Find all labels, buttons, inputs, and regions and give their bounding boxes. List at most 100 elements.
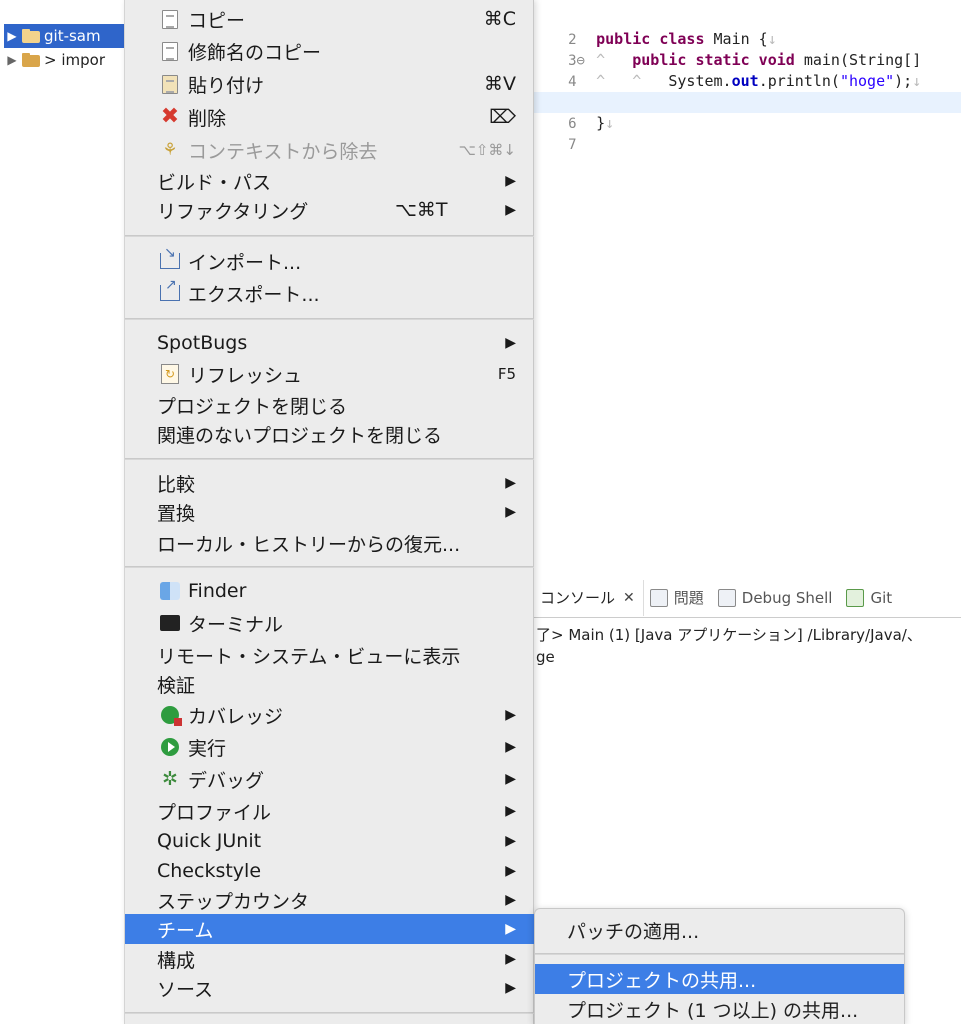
submenu-arrow-icon: ▶ — [505, 951, 516, 967]
menu-item-label: 貼り付け — [188, 74, 265, 97]
menu-item-quick-junit[interactable]: Quick JUnit ▶ — [125, 826, 534, 856]
menu-item-replace[interactable]: 置換 ▶ — [125, 497, 534, 527]
console-status: 了> Main (1) [Java アプリケーション] /Library/Jav… — [536, 626, 922, 644]
menu-item-source[interactable]: ソース ▶ — [125, 973, 534, 1003]
menu-item-close-unrelated-projects[interactable]: 関連のないプロジェクトを閉じる — [125, 419, 534, 449]
close-icon[interactable]: ✕ — [623, 590, 635, 606]
console-tab-label: コンソール — [540, 589, 616, 607]
debug-shell-icon — [717, 588, 736, 607]
context-menu: コピー ⌘C 修飾名のコピー 貼り付け ⌘V ✖ 削除 ⌦ ⚘ コンテキストから… — [124, 0, 534, 1024]
menu-item-show-in-remote-systems[interactable]: リモート・システム・ビューに表示 — [125, 640, 534, 670]
explorer-item-import[interactable]: ▶ > impor — [4, 48, 128, 72]
menu-item-label: コンテキストから除去 — [188, 140, 378, 163]
tab-console[interactable]: コンソール ✕ — [534, 579, 644, 616]
menu-item-label: リフレッシュ — [188, 364, 303, 387]
submenu-arrow-icon: ▶ — [505, 504, 516, 520]
debug-shell-tab-label: Debug Shell — [741, 588, 833, 607]
submenu-item-share-project[interactable]: プロジェクトの共用... — [535, 964, 904, 994]
menu-item-label: カバレッジ — [188, 705, 284, 728]
git-tab-label: Git — [870, 588, 893, 607]
menu-item-team[interactable]: チーム ▶ — [125, 914, 534, 944]
tab-problems[interactable]: 問題 — [644, 580, 712, 616]
submenu-arrow-icon: ▶ — [505, 803, 516, 819]
menu-item-refresh[interactable]: ↻ リフレッシュ F5 — [125, 359, 534, 389]
menu-item-label: 検証 — [157, 674, 196, 697]
explorer-item-label: git-sam — [44, 27, 101, 45]
menu-item-profile[interactable]: プロファイル ▶ — [125, 796, 534, 826]
menu-item-label: ビルド・パス — [157, 171, 272, 194]
remove-context-icon: ⚘ — [162, 140, 178, 160]
menu-item-label: SpotBugs — [157, 332, 248, 354]
submenu-arrow-icon: ▶ — [505, 475, 516, 491]
menu-item-import[interactable]: インポート... — [125, 245, 534, 276]
debug-icon: ✲ — [162, 768, 178, 790]
menu-item-build-path[interactable]: ビルド・パス ▶ — [125, 166, 534, 196]
menu-shortcut: ⌘V — [484, 73, 516, 95]
menu-item-refactoring[interactable]: リファクタリング ⌥⌘T ▶ — [125, 195, 534, 225]
tab-git[interactable]: Git — [840, 580, 900, 616]
menu-item-remove-from-context: ⚘ コンテキストから除去 ⌥⇧⌘↓ — [125, 135, 534, 165]
tab-debug-shell[interactable]: Debug Shell — [712, 580, 841, 616]
menu-item-validate[interactable]: 検証 — [125, 669, 534, 699]
menu-item-debug[interactable]: ✲ デバッグ ▶ — [125, 764, 534, 794]
menu-shortcut: ⌘C — [483, 8, 516, 30]
menu-item-label: プロファイル — [157, 801, 272, 824]
finder-icon — [159, 580, 181, 602]
menu-item-label: ローカル・ヒストリーからの復元... — [157, 533, 461, 556]
menu-item-label: デバッグ — [188, 769, 265, 792]
menu-shortcut: ⌥⇧⌘↓ — [458, 141, 516, 159]
menu-item-copy[interactable]: コピー ⌘C — [125, 4, 534, 34]
submenu-arrow-icon: ▶ — [505, 707, 516, 723]
menu-item-label: ソース — [157, 978, 214, 1001]
expand-arrow-icon[interactable]: ▶ — [4, 53, 20, 67]
menu-item-label: ステップカウンタ — [157, 890, 310, 913]
explorer-item-git-sample[interactable]: ▶ git-sam — [4, 24, 128, 48]
menu-item-restore-local-history[interactable]: ローカル・ヒストリーからの復元... — [125, 528, 534, 558]
menu-item-delete[interactable]: ✖ 削除 ⌦ — [125, 102, 534, 132]
copy-qualified-icon — [159, 40, 181, 62]
expand-arrow-icon[interactable]: ▶ — [4, 29, 20, 43]
menu-item-step-counter[interactable]: ステップカウンタ ▶ — [125, 885, 534, 915]
code-line: 5^ }↓ — [530, 71, 961, 111]
menu-item-label: 関連のないプロジェクトを閉じる — [157, 424, 443, 447]
submenu-arrow-icon: ▶ — [505, 833, 516, 849]
menu-item-label: 比較 — [157, 473, 196, 496]
menu-item-label: Checkstyle — [157, 860, 262, 882]
submenu-item-share-projects[interactable]: プロジェクト (1 つ以上) の共用... — [535, 994, 904, 1024]
menu-item-copy-qualified-name[interactable]: 修飾名のコピー — [125, 36, 534, 66]
menu-item-label: インポート... — [188, 251, 302, 274]
menu-separator — [125, 235, 534, 237]
submenu-arrow-icon: ▶ — [505, 771, 516, 787]
menu-item-run[interactable]: 実行 ▶ — [125, 732, 534, 762]
menu-item-finder[interactable]: Finder — [125, 576, 534, 606]
submenu-item-apply-patch[interactable]: パッチの適用... — [535, 915, 904, 945]
git-icon — [846, 588, 865, 607]
menu-item-label: ターミナル — [188, 613, 284, 636]
code-line: 2 public class Main {↓ — [530, 8, 961, 48]
menu-item-label: エクスポート... — [188, 283, 320, 306]
menu-item-coverage[interactable]: カバレッジ ▶ — [125, 700, 534, 730]
menu-item-label: チーム — [157, 919, 214, 942]
menu-item-label: リファクタリング — [157, 200, 309, 223]
menu-item-configure[interactable]: 構成 ▶ — [125, 944, 534, 974]
menu-item-paste[interactable]: 貼り付け ⌘V — [125, 69, 534, 99]
menu-item-spotbugs[interactable]: SpotBugs ▶ — [125, 328, 534, 358]
console-tab-bar: コンソール ✕ 問題 Debug Shell Git — [534, 578, 961, 618]
menu-item-label: 置換 — [157, 502, 196, 525]
menu-item-close-project[interactable]: プロジェクトを閉じる — [125, 390, 534, 420]
code-line: 3⊖ ^ public static void main(String[] — [530, 29, 961, 69]
menu-item-checkstyle[interactable]: Checkstyle ▶ — [125, 856, 534, 886]
menu-item-terminal[interactable]: ターミナル — [125, 608, 534, 638]
submenu-arrow-icon: ▶ — [505, 202, 516, 218]
menu-item-compare[interactable]: 比較 ▶ — [125, 468, 534, 498]
menu-item-label: 修飾名のコピー — [188, 41, 322, 64]
menu-item-export[interactable]: エクスポート... — [125, 277, 534, 308]
menu-item-label: コピー — [188, 9, 246, 32]
menu-separator — [535, 953, 904, 955]
menu-separator — [125, 1012, 534, 1014]
menu-item-label: プロジェクトを閉じる — [157, 395, 348, 418]
menu-item-label: Finder — [188, 580, 247, 602]
coverage-icon — [159, 704, 182, 726]
submenu-arrow-icon: ▶ — [505, 921, 516, 937]
code-editor[interactable]: 2 public class Main {↓ 3⊖ ^ public static … — [530, 6, 961, 153]
